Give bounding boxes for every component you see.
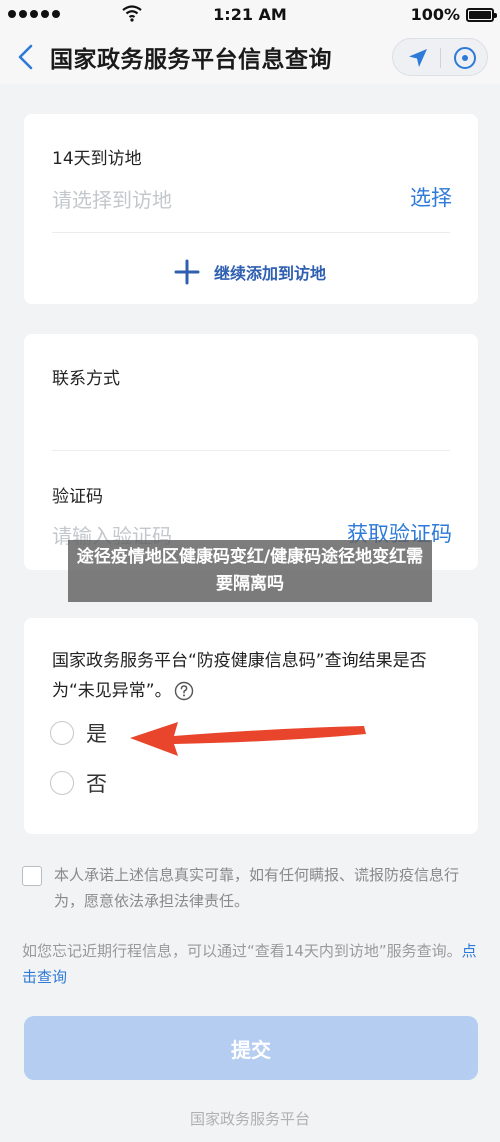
contact-label: 联系方式 <box>52 369 120 389</box>
contact-card: 联系方式 验证码 请输入验证码 获取验证码 <box>24 334 478 570</box>
option-no-label: 否 <box>86 772 107 796</box>
submit-button[interactable]: 提交 <box>24 1016 478 1080</box>
hint-label: 如您忘记近期行程信息，可以通过“查看14天内到访地”服务查询。 <box>22 942 462 960</box>
red-arrow-annotation <box>130 722 366 756</box>
nav-bar: 国家政务服务平台信息查询 <box>0 30 500 84</box>
page-title: 国家政务服务平台信息查询 <box>50 47 332 73</box>
promise-text: 本人承诺上述信息真实可靠，如有任何瞒报、谎报防疫信息行为，愿意依法承担法律责任。 <box>54 866 460 910</box>
divider <box>52 450 450 451</box>
select-button[interactable]: 选择 <box>410 182 452 212</box>
promise-checkbox[interactable] <box>22 866 42 886</box>
add-visit-button[interactable]: 继续添加到访地 <box>0 256 500 288</box>
overlay-caption: 途径疫情地区健康码变红/健康码途径地变红需要隔离吗 <box>68 540 432 602</box>
close-icon[interactable] <box>453 46 477 70</box>
status-bar: 1:21 AM 100% <box>0 0 500 30</box>
radio-no[interactable] <box>50 771 74 795</box>
visit-label: 14天到访地 <box>52 149 142 169</box>
hint-text: 如您忘记近期行程信息，可以通过“查看14天内到访地”服务查询。点击查询 <box>22 938 482 990</box>
code-label: 验证码 <box>52 487 103 507</box>
radio-yes[interactable] <box>50 721 74 745</box>
battery-percent: 100% <box>410 5 460 24</box>
back-icon[interactable] <box>14 42 38 72</box>
add-visit-label: 继续添加到访地 <box>213 264 326 283</box>
divider <box>52 232 450 233</box>
option-no[interactable]: 否 <box>50 768 107 798</box>
battery-icon <box>466 8 497 22</box>
option-yes-label: 是 <box>86 722 107 746</box>
footer-label: 国家政务服务平台 <box>189 1110 310 1128</box>
mini-program-capsule <box>392 38 488 76</box>
plus-icon <box>174 259 200 285</box>
help-icon[interactable] <box>174 681 194 701</box>
option-yes[interactable]: 是 <box>50 718 107 748</box>
question-text: 国家政务服务平台“防疫健康信息码”查询结果是否为“未见异常”。 <box>52 646 462 706</box>
question-label: 国家政务服务平台“防疫健康信息码”查询结果是否为“未见异常”。 <box>52 651 427 701</box>
capsule-divider <box>440 48 441 68</box>
visit-input[interactable]: 请选择到访地 <box>52 184 172 213</box>
contact-input[interactable] <box>52 400 352 434</box>
location-arrow-icon[interactable] <box>407 47 429 69</box>
